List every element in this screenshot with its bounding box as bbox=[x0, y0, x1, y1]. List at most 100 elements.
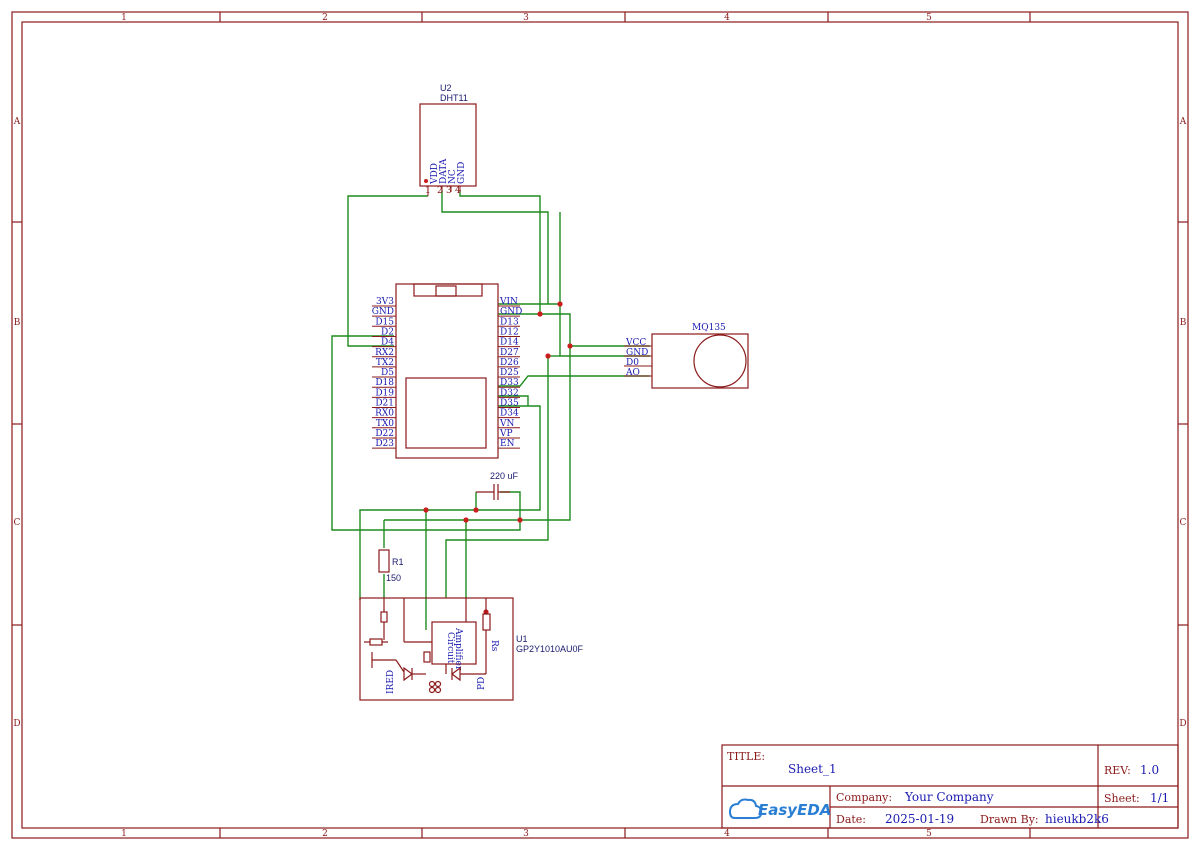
drawn-by-label: Drawn By: bbox=[980, 813, 1039, 826]
col-label-5: 5 bbox=[926, 13, 932, 23]
company-value: Your Company bbox=[904, 790, 994, 804]
date-label: Date: bbox=[836, 813, 866, 826]
dht11-designator: U2 bbox=[440, 83, 452, 93]
rev-label: REV: bbox=[1104, 764, 1131, 777]
row-label-a-right: A bbox=[1179, 117, 1187, 127]
esp32-left-pin-label: RX0 bbox=[375, 409, 394, 419]
esp32-left-pin-label: 3V3 bbox=[376, 297, 394, 307]
mq135-name: MQ135 bbox=[692, 323, 726, 333]
rs-resistor bbox=[482, 613, 491, 631]
capacitor-220uf[interactable]: 220 uF bbox=[476, 471, 519, 500]
mq135-body bbox=[651, 333, 749, 389]
esp32-right-pin-label: D34 bbox=[500, 409, 519, 419]
esp32-left-pin-label: D19 bbox=[375, 388, 394, 398]
sheet-label: Sheet: bbox=[1104, 792, 1140, 805]
esp32-right-pin-label: D26 bbox=[500, 358, 519, 368]
esp32-left-pin-label: RX2 bbox=[375, 348, 394, 358]
pd-label: PD bbox=[477, 677, 487, 690]
esp32-right-pin-label: D33 bbox=[500, 378, 519, 388]
date-value: 2025-01-19 bbox=[885, 812, 954, 826]
col-label-3: 3 bbox=[523, 13, 529, 23]
esp32-left-pin-label: D4 bbox=[381, 338, 394, 348]
col-label-1-bottom: 1 bbox=[121, 829, 127, 839]
company-label: Company: bbox=[836, 791, 892, 804]
outer-border bbox=[11, 11, 1189, 839]
esp32-left-pin-label: D2 bbox=[381, 327, 394, 337]
esp32-shield bbox=[405, 377, 487, 449]
row-label-d-right: D bbox=[1179, 719, 1186, 729]
esp32-right-pin-label: D27 bbox=[500, 348, 519, 358]
esp32-right-pin-label: D32 bbox=[500, 388, 519, 398]
dust-sensor-designator: U1 bbox=[516, 634, 528, 644]
esp32-left-pin-label: D15 bbox=[375, 317, 394, 327]
row-label-c: C bbox=[14, 518, 21, 528]
col-label-5-bottom: 5 bbox=[926, 829, 932, 839]
esp32-right-pin-label: D12 bbox=[500, 327, 519, 337]
row-label-b: B bbox=[14, 318, 21, 328]
esp32-left-pin-label: D23 bbox=[375, 439, 394, 449]
col-label-4: 4 bbox=[724, 13, 730, 23]
rev-value: 1.0 bbox=[1140, 763, 1159, 777]
title-block: TITLE: Sheet_1 REV: 1.0 Company: Your Co… bbox=[721, 744, 1179, 829]
row-label-b-right: B bbox=[1180, 318, 1187, 328]
easyeda-logo: EasyEDA bbox=[728, 798, 831, 819]
dht11-pin-num-2: 2 bbox=[437, 186, 443, 196]
esp32-right-pin-label: D25 bbox=[500, 368, 519, 378]
esp32-right-pin-label: D35 bbox=[500, 399, 519, 409]
dht11-pin-num-3: 3 bbox=[446, 186, 452, 196]
esp32-right-pin-label: GND bbox=[500, 307, 522, 317]
row-label-d: D bbox=[13, 719, 20, 729]
zone-dividers bbox=[12, 12, 1188, 838]
logo-text: EasyEDA bbox=[758, 801, 831, 819]
col-label-3-bottom: 3 bbox=[523, 829, 529, 839]
sheet-value: 1/1 bbox=[1150, 791, 1169, 805]
esp32-left-pin-label: D22 bbox=[375, 429, 394, 439]
dht11-pin-num-1: 1 bbox=[425, 186, 431, 196]
esp32-body bbox=[395, 283, 499, 459]
esp32-left-pin-label: D18 bbox=[375, 378, 394, 388]
drawn-by-value: hieukb2k6 bbox=[1045, 812, 1109, 826]
rs-label: Rs bbox=[489, 640, 499, 652]
esp32-left-pin-label: GND bbox=[372, 307, 394, 317]
resistor-body bbox=[378, 549, 390, 573]
dht11-pin-gnd: GND bbox=[457, 162, 467, 184]
mq135-sensor-element bbox=[693, 334, 747, 388]
esp32-right-pin-label: VN bbox=[499, 419, 514, 429]
dust-sensor-name: GP2Y1010AU0F bbox=[516, 644, 584, 654]
esp32-right-pin-label: VIN bbox=[499, 297, 518, 307]
resistor-r1[interactable]: R1 150 bbox=[378, 549, 404, 583]
esp32-right-pin-label: D14 bbox=[500, 338, 519, 348]
mq135-sensor[interactable]: MQ135 VCC GND D0 AO bbox=[624, 323, 749, 389]
dht11-sensor[interactable]: U2 DHT11 VDD DATA NC GND 1 2 3 4 bbox=[419, 83, 477, 196]
esp32-right-pin-label: EN bbox=[500, 439, 515, 449]
esp32-module[interactable]: 3V3GNDD15D2D4RX2TX2D5D18D19D21RX0TX0D22D… bbox=[372, 283, 523, 459]
inner-border bbox=[21, 21, 1179, 829]
dust-sensor[interactable]: U1 GP2Y1010AU0F Amplifier Circuit Rs IRE… bbox=[359, 597, 584, 701]
zone-labels: 1 2 3 4 5 1 2 3 4 5 A B C D A B C D bbox=[13, 13, 1187, 839]
capacitor-value: 220 uF bbox=[490, 471, 519, 481]
esp32-left-pin-label: D21 bbox=[375, 399, 394, 409]
amplifier-label-2: Circuit bbox=[445, 632, 455, 664]
esp32-right-pin-label: D13 bbox=[500, 317, 519, 327]
resistor-designator: R1 bbox=[392, 557, 404, 567]
dust-sensor-internals bbox=[364, 598, 487, 694]
col-label-1: 1 bbox=[121, 13, 127, 23]
esp32-left-pins: 3V3GNDD15D2D4RX2TX2D5D18D19D21RX0TX0D22D… bbox=[372, 297, 396, 449]
esp32-right-pin-label: VP bbox=[499, 429, 513, 439]
col-label-2-bottom: 2 bbox=[322, 829, 328, 839]
row-label-c-right: C bbox=[1180, 518, 1187, 528]
cloud-icon bbox=[728, 798, 763, 819]
row-label-a: A bbox=[13, 117, 21, 127]
esp32-left-pin-label: TX0 bbox=[376, 419, 394, 429]
esp32-left-pin-label: D5 bbox=[381, 368, 394, 378]
col-label-2: 2 bbox=[322, 13, 328, 23]
esp32-left-pin-label: TX2 bbox=[376, 358, 394, 368]
esp32-right-pins: VINGNDD13D12D14D27D26D25D33D32D35D34VNVP… bbox=[498, 297, 522, 449]
dht11-pin-num-4: 4 bbox=[455, 186, 461, 196]
ired-label: IRED bbox=[386, 670, 396, 694]
dht11-name: DHT11 bbox=[440, 93, 468, 103]
col-label-4-bottom: 4 bbox=[724, 829, 730, 839]
schematic-sheet: 1 2 3 4 5 1 2 3 4 5 A B C D A B C D U2 D… bbox=[11, 11, 1189, 839]
title-value: Sheet_1 bbox=[788, 762, 837, 776]
esp32-antenna-inner bbox=[435, 285, 457, 297]
